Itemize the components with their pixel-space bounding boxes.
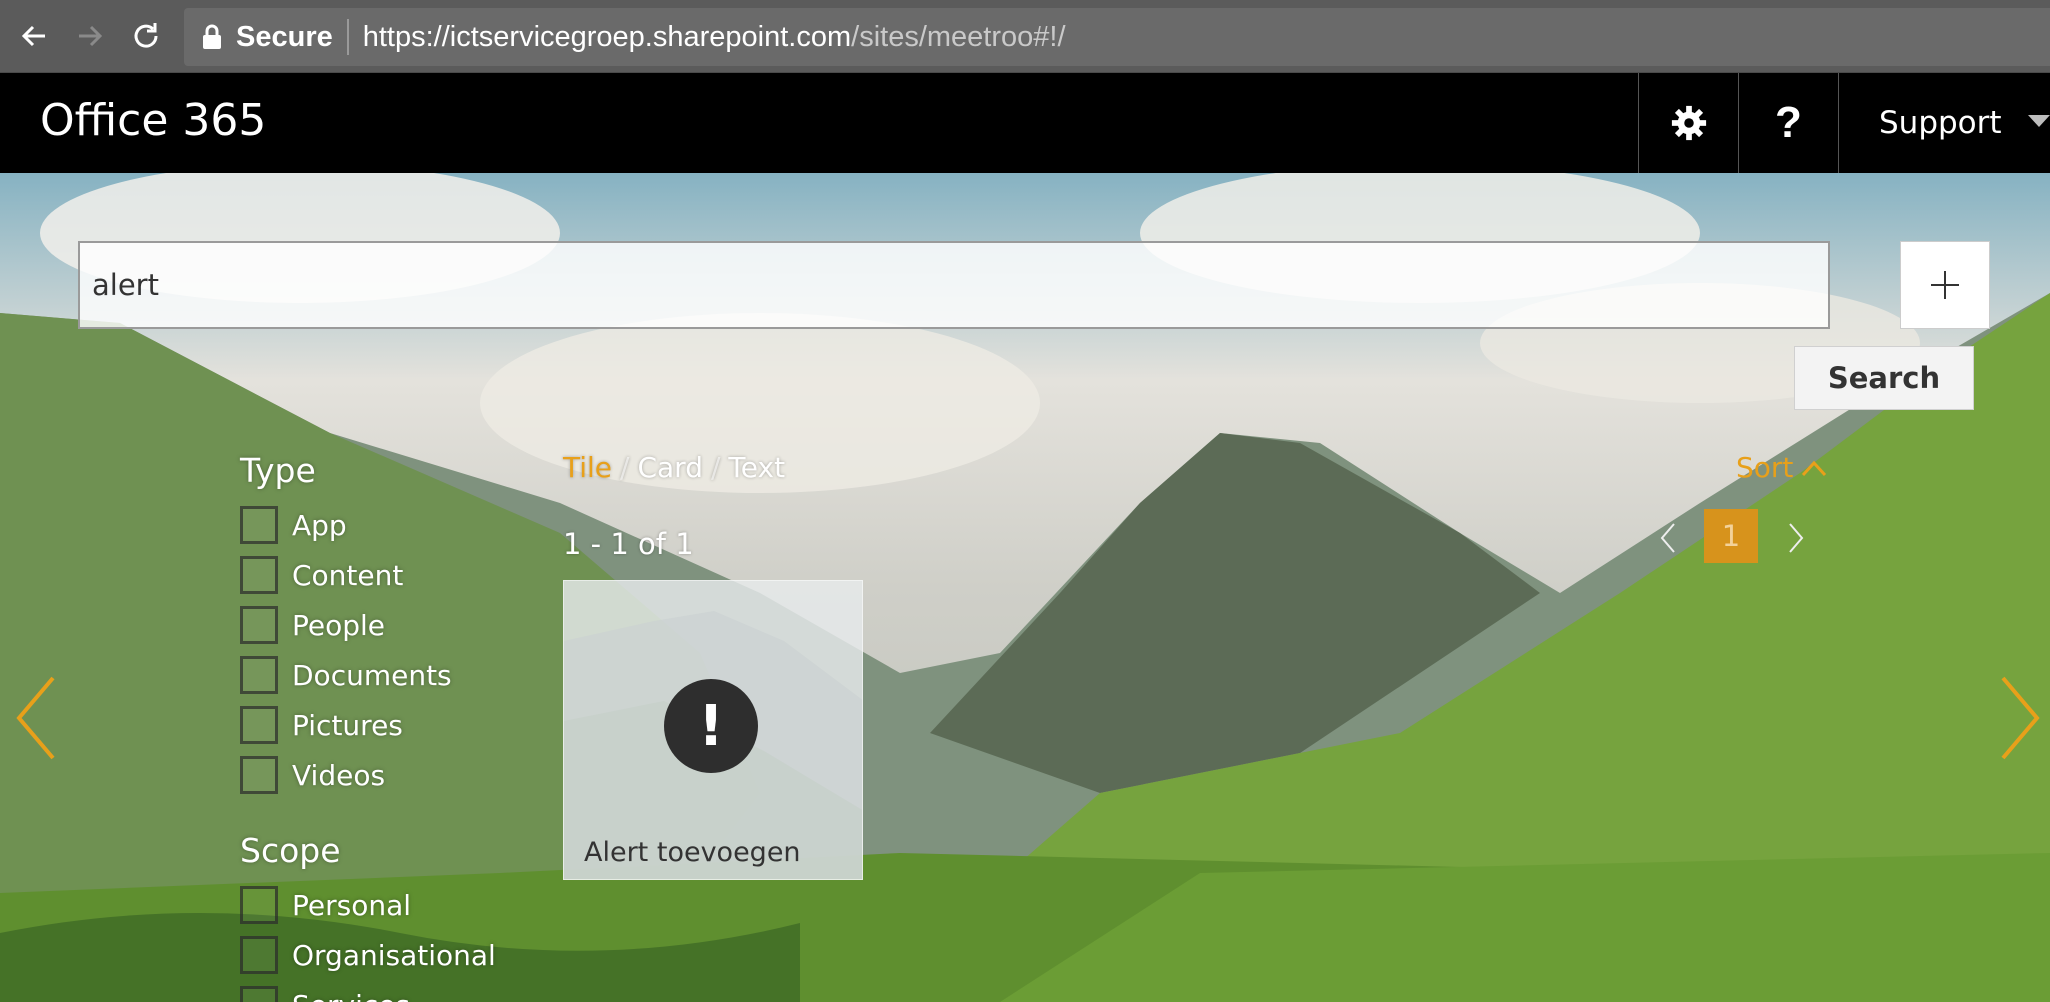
next-page-button[interactable]: [1776, 511, 1816, 565]
chevron-up-icon: [1802, 460, 1827, 476]
chevron-left-icon: [1660, 523, 1675, 553]
filter-label: Pictures: [292, 708, 403, 742]
carousel-next-button[interactable]: [1996, 673, 2046, 763]
tab-separator: /: [710, 451, 721, 484]
add-button[interactable]: [1900, 241, 1990, 329]
question-icon: ?: [1775, 98, 1802, 147]
chevron-right-icon: [2001, 676, 2040, 760]
tile-title: Alert toevoegen: [584, 837, 801, 868]
filter-item-app[interactable]: App: [240, 505, 347, 545]
sort-label: Sort: [1736, 451, 1794, 484]
reload-button[interactable]: [126, 14, 166, 58]
filter-label: Content: [292, 558, 404, 592]
main-content: alert Search Type App Content People Doc…: [0, 173, 2050, 1002]
filter-label: Personal: [292, 888, 412, 922]
filter-item-personal[interactable]: Personal: [240, 885, 411, 925]
settings-button[interactable]: [1638, 73, 1738, 173]
back-button[interactable]: [14, 14, 54, 58]
prev-page-button[interactable]: [1648, 511, 1688, 565]
search-input[interactable]: alert: [78, 241, 1830, 329]
reload-icon: [134, 23, 158, 48]
type-filter-title: Type: [240, 451, 316, 490]
checkbox[interactable]: [240, 756, 278, 794]
brand-title: Office 365: [40, 95, 267, 146]
checkbox[interactable]: [240, 506, 278, 544]
tab-tile[interactable]: Tile: [563, 451, 612, 484]
address-bar[interactable]: Secure https://ictservicegroep.sharepoin…: [184, 8, 2050, 66]
browser-toolbar: Secure https://ictservicegroep.sharepoin…: [0, 0, 2050, 73]
filter-label: Services: [292, 989, 410, 1002]
office-topbar: Office 365 ? Support: [0, 73, 2050, 173]
filter-label: Documents: [292, 658, 452, 692]
filter-item-videos[interactable]: Videos: [240, 755, 385, 795]
address-separator: [346, 19, 349, 55]
secure-label: Secure: [236, 20, 333, 53]
checkbox[interactable]: [240, 986, 278, 1002]
checkbox[interactable]: [240, 556, 278, 594]
filter-label: Videos: [292, 758, 386, 792]
filter-label: App: [292, 508, 347, 542]
tab-card[interactable]: Card: [637, 451, 703, 484]
result-tile[interactable]: ! Alert toevoegen: [563, 580, 863, 880]
filter-item-organisational[interactable]: Organisational: [240, 935, 496, 975]
filter-item-services[interactable]: Services: [240, 985, 410, 1002]
forward-button[interactable]: [70, 14, 110, 58]
checkbox[interactable]: [240, 936, 278, 974]
lock-icon: [203, 24, 221, 49]
filter-item-people[interactable]: People: [240, 605, 385, 645]
gear-icon: [1671, 105, 1706, 141]
carousel-prev-button[interactable]: [10, 673, 60, 763]
filter-item-content[interactable]: Content: [240, 555, 403, 595]
arrow-right-icon: [79, 25, 103, 47]
exclamation-icon: !: [664, 679, 758, 773]
caret-down-icon: [2028, 115, 2050, 127]
chevron-right-icon: [1789, 523, 1804, 553]
arrow-left-icon: [21, 25, 45, 47]
filter-label: Organisational: [292, 938, 496, 972]
filter-item-documents[interactable]: Documents: [240, 655, 452, 695]
chevron-left-icon: [16, 676, 55, 760]
tab-text[interactable]: Text: [728, 451, 785, 484]
tab-separator: /: [620, 451, 630, 484]
filter-item-pictures[interactable]: Pictures: [240, 705, 403, 745]
search-button[interactable]: Search: [1794, 346, 1974, 410]
view-tabs: Tile / Card / Text: [563, 451, 785, 484]
sort-button[interactable]: Sort: [1736, 451, 1827, 484]
help-button[interactable]: ?: [1738, 73, 1838, 173]
page-number-active[interactable]: 1: [1704, 509, 1758, 563]
checkbox[interactable]: [240, 886, 278, 924]
plus-icon: [1931, 271, 1959, 299]
checkbox[interactable]: [240, 706, 278, 744]
support-label: Support: [1879, 105, 2002, 141]
url-path: /sites/meetroo#!/: [851, 20, 1066, 53]
filter-label: People: [292, 608, 386, 642]
scope-filter-title: Scope: [240, 831, 341, 870]
checkbox[interactable]: [240, 606, 278, 644]
result-count: 1 - 1 of 1: [563, 527, 694, 561]
checkbox[interactable]: [240, 656, 278, 694]
url-host: https://ictservicegroep.sharepoint.com: [362, 20, 852, 53]
support-menu[interactable]: Support: [1838, 73, 2050, 173]
